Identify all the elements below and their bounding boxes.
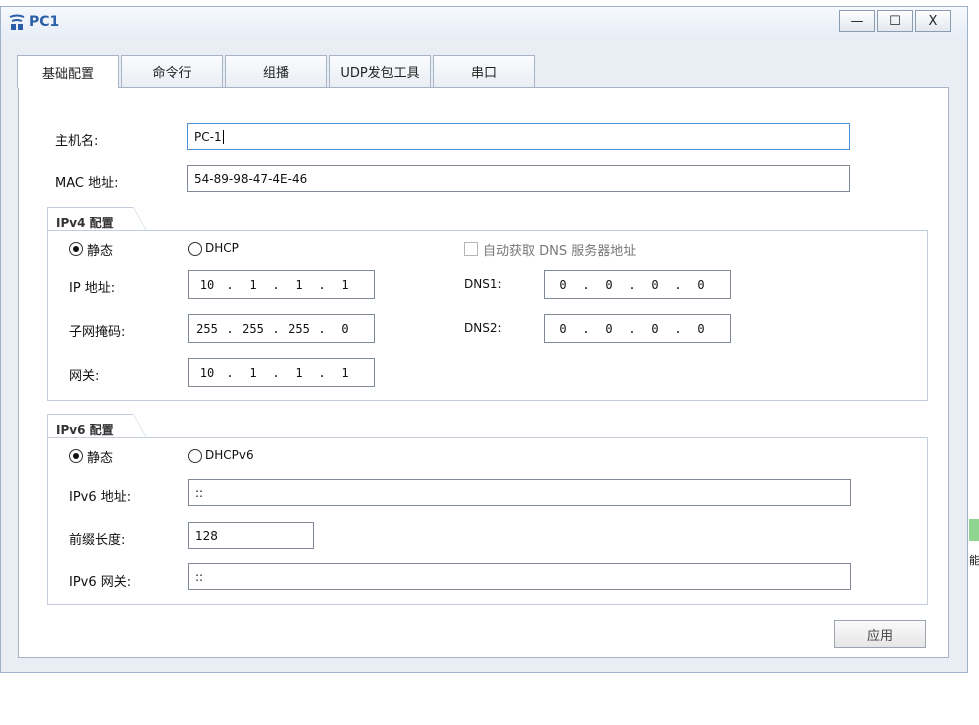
octet-dot: . xyxy=(226,321,234,336)
ipv6-dhcpv6-radio[interactable] xyxy=(188,449,202,463)
octet-dot: . xyxy=(272,321,280,336)
ipv4-group: 静态 DHCP 自动获取 DNS 服务器地址 IP 地址: 10. 1. 1. … xyxy=(47,230,928,401)
tab-command-line[interactable]: 命令行 xyxy=(121,55,223,87)
tab-serial[interactable]: 串口 xyxy=(433,55,535,87)
ip-octet-2: 1 xyxy=(249,277,257,292)
mac-input[interactable]: 54-89-98-47-4E-46 xyxy=(187,165,850,192)
mask-octet-1: 255 xyxy=(196,321,218,336)
dns1-octet-3: 0 xyxy=(651,277,659,292)
mask-octet-2: 255 xyxy=(242,321,264,336)
ipv4-dhcp-radio[interactable] xyxy=(188,242,202,256)
octet-dot: . xyxy=(582,321,590,336)
auto-dns-checkbox[interactable] xyxy=(464,242,478,256)
subnet-mask-label: 子网掩码: xyxy=(69,325,126,340)
dns1-octet-1: 0 xyxy=(559,277,567,292)
hostname-label: 主机名: xyxy=(55,134,99,149)
mask-octet-4: 0 xyxy=(341,321,349,336)
ip-octet-3: 1 xyxy=(295,277,303,292)
dns1-octet-2: 0 xyxy=(605,277,613,292)
octet-dot: . xyxy=(272,277,280,292)
octet-dot: . xyxy=(226,365,234,380)
mac-value: 54-89-98-47-4E-46 xyxy=(194,171,308,186)
ip-octet-4: 1 xyxy=(341,277,349,292)
ipv6-gateway-input[interactable]: :: xyxy=(188,563,851,590)
prefix-length-label: 前缀长度: xyxy=(69,533,126,548)
apply-button[interactable]: 应用 xyxy=(834,620,926,648)
gateway-octet-2: 1 xyxy=(249,365,257,380)
title-bar[interactable]: PC1 — ☐ X xyxy=(1,7,967,39)
octet-dot: . xyxy=(226,277,234,292)
window-controls: — ☐ X xyxy=(837,10,951,32)
dns1-input[interactable]: 0. 0. 0. 0 xyxy=(544,270,731,299)
dns2-label: DNS2: xyxy=(464,321,502,335)
ipv4-dhcp-label: DHCP xyxy=(205,241,239,255)
ipv6-address-label: IPv6 地址: xyxy=(69,490,132,505)
hostname-value: PC-1 xyxy=(194,129,222,144)
dns1-octet-4: 0 xyxy=(697,277,705,292)
prefix-length-value: 128 xyxy=(195,528,218,543)
ip-address-input[interactable]: 10. 1. 1. 1 xyxy=(188,270,375,299)
basic-config-panel: 主机名: PC-1 MAC 地址: 54-89-98-47-4E-46 IPv4… xyxy=(18,87,949,658)
octet-dot: . xyxy=(318,365,326,380)
dns2-octet-4: 0 xyxy=(697,321,705,336)
octet-dot: . xyxy=(272,365,280,380)
gateway-octet-3: 1 xyxy=(295,365,303,380)
dns2-octet-3: 0 xyxy=(651,321,659,336)
ipv4-static-radio[interactable] xyxy=(69,242,83,256)
tab-multicast[interactable]: 组播 xyxy=(225,55,327,87)
hostname-input[interactable]: PC-1 xyxy=(187,123,850,150)
dns1-label: DNS1: xyxy=(464,277,502,291)
octet-dot: . xyxy=(674,321,682,336)
octet-dot: . xyxy=(582,277,590,292)
octet-dot: . xyxy=(318,277,326,292)
ipv6-gateway-label: IPv6 网关: xyxy=(69,575,132,590)
ipv6-section-title: IPv6 配置 xyxy=(47,414,147,439)
window-title: PC1 xyxy=(29,14,60,30)
minimize-button[interactable]: — xyxy=(839,10,875,32)
tab-udp-tool[interactable]: UDP发包工具 xyxy=(329,55,431,87)
prefix-length-input[interactable]: 128 xyxy=(188,522,314,549)
maximize-button[interactable]: ☐ xyxy=(877,10,913,32)
background-side-text: 能 xyxy=(969,554,979,567)
octet-dot: . xyxy=(674,277,682,292)
dns2-input[interactable]: 0. 0. 0. 0 xyxy=(544,314,731,343)
dns2-octet-1: 0 xyxy=(559,321,567,336)
octet-dot: . xyxy=(318,321,326,336)
gateway-label: 网关: xyxy=(69,369,100,384)
dns2-octet-2: 0 xyxy=(605,321,613,336)
ipv6-static-radio[interactable] xyxy=(69,449,83,463)
ipv6-address-value: :: xyxy=(195,485,204,500)
ipv6-dhcpv6-label: DHCPv6 xyxy=(205,448,254,462)
ip-octet-1: 10 xyxy=(199,277,215,292)
text-caret xyxy=(222,129,224,144)
subnet-mask-input[interactable]: 255. 255. 255. 0 xyxy=(188,314,375,343)
mac-label: MAC 地址: xyxy=(55,176,119,191)
ipv4-section-title: IPv4 配置 xyxy=(47,207,147,232)
ipv6-static-label: 静态 xyxy=(87,451,114,466)
background-green-marker xyxy=(969,519,979,541)
auto-dns-label: 自动获取 DNS 服务器地址 xyxy=(483,244,637,259)
mask-octet-3: 255 xyxy=(288,321,310,336)
ipv6-address-input[interactable]: :: xyxy=(188,479,851,506)
ipv6-group: 静态 DHCPv6 IPv6 地址: :: 前缀长度: 128 IPv6 网关:… xyxy=(47,437,928,605)
gateway-input[interactable]: 10. 1. 1. 1 xyxy=(188,358,375,387)
gateway-octet-1: 10 xyxy=(199,365,215,380)
octet-dot: . xyxy=(628,321,636,336)
pc1-window: PC1 — ☐ X 基础配置 命令行 组播 UDP发包工具 串口 主机名: PC… xyxy=(0,6,968,673)
gateway-octet-4: 1 xyxy=(341,365,349,380)
ipv6-gateway-value: :: xyxy=(195,569,204,584)
ip-address-label: IP 地址: xyxy=(69,281,116,296)
pc-app-icon xyxy=(9,14,25,30)
close-button[interactable]: X xyxy=(915,10,951,32)
tab-basic-config[interactable]: 基础配置 xyxy=(17,55,119,88)
ipv4-static-label: 静态 xyxy=(87,244,114,259)
octet-dot: . xyxy=(628,277,636,292)
